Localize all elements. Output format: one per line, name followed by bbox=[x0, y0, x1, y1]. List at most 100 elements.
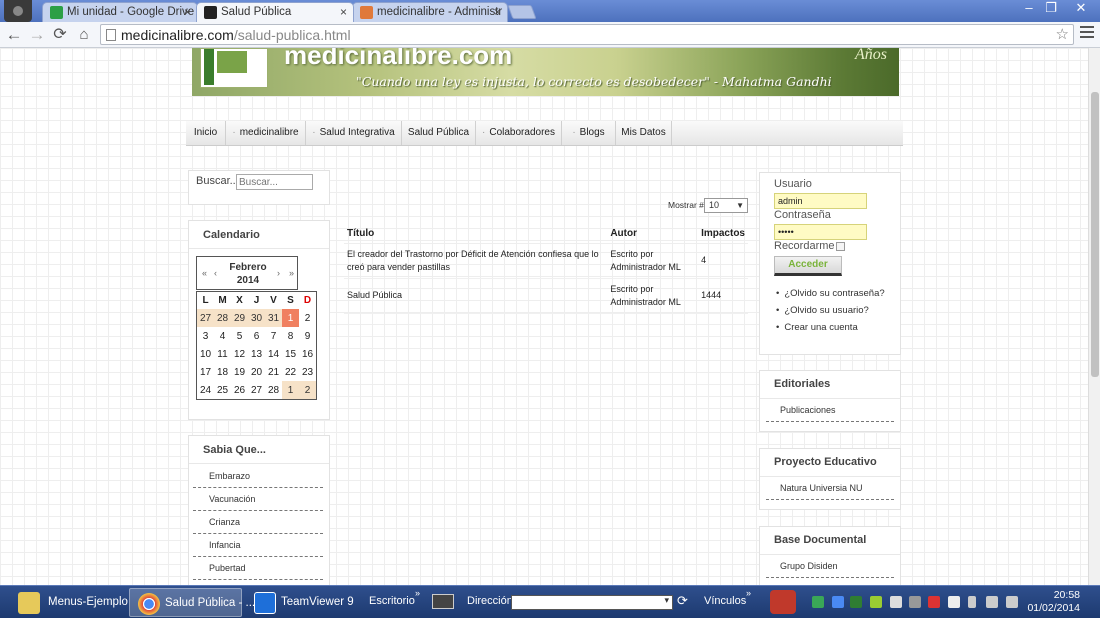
column-header-title[interactable]: Título bbox=[344, 225, 608, 244]
calendar-day[interactable]: 15 bbox=[282, 345, 299, 363]
calendar-day[interactable]: 17 bbox=[197, 363, 214, 381]
login-button[interactable]: Acceder bbox=[774, 256, 842, 276]
calendar-day[interactable]: 18 bbox=[214, 363, 231, 381]
calendar-day[interactable]: 24 bbox=[197, 381, 214, 399]
nav-item-blogs[interactable]: · Blogs bbox=[562, 121, 616, 145]
next-month-button[interactable]: › bbox=[277, 268, 280, 278]
calendar-day[interactable]: 8 bbox=[282, 327, 299, 345]
maximize-icon[interactable]: ❐ bbox=[1038, 0, 1064, 18]
next-year-button[interactable]: » bbox=[289, 268, 294, 278]
nav-item-mis-datos[interactable]: Mis Datos bbox=[616, 121, 672, 145]
network-icon[interactable] bbox=[986, 596, 998, 608]
calendar-day[interactable]: 6 bbox=[248, 327, 265, 345]
calendar-day[interactable]: 28 bbox=[265, 381, 282, 399]
tray-icon[interactable] bbox=[909, 596, 921, 608]
calendar-day[interactable]: 2 bbox=[299, 309, 316, 327]
list-item[interactable]: Crianza bbox=[193, 514, 323, 534]
nav-item-colaboradores[interactable]: · Colaboradores bbox=[476, 121, 562, 145]
taskbar-button-teamviewer[interactable]: TeamViewer 9 bbox=[248, 588, 358, 617]
volume-icon[interactable] bbox=[1006, 596, 1018, 608]
taskbar-button-chrome[interactable]: Salud Pública - ... bbox=[129, 588, 255, 617]
reload-icon[interactable]: ⟳ bbox=[50, 25, 70, 45]
calendar-day[interactable]: 19 bbox=[231, 363, 248, 381]
calendar-day[interactable]: 7 bbox=[265, 327, 282, 345]
tray-icon[interactable] bbox=[928, 596, 940, 608]
calendar-day[interactable]: 5 bbox=[231, 327, 248, 345]
remember-checkbox[interactable] bbox=[836, 242, 845, 251]
nav-item-inicio[interactable]: Inicio bbox=[186, 121, 226, 145]
display-count-select[interactable]: 10 ▼ bbox=[704, 198, 748, 213]
tray-icon[interactable] bbox=[948, 596, 960, 608]
toolbar-overflow-icon[interactable]: » bbox=[746, 588, 751, 598]
column-header-hits[interactable]: Impactos bbox=[698, 225, 748, 244]
search-input[interactable] bbox=[236, 174, 313, 190]
close-tab-icon[interactable]: × bbox=[340, 3, 347, 21]
calendar-day[interactable]: 31 bbox=[265, 309, 282, 327]
list-item[interactable]: Embarazo bbox=[193, 468, 323, 488]
calendar-day[interactable]: 3 bbox=[197, 327, 214, 345]
column-header-author[interactable]: Autor bbox=[607, 225, 699, 244]
calendar-day[interactable]: 22 bbox=[282, 363, 299, 381]
battery-icon[interactable] bbox=[968, 596, 976, 608]
calendar-day[interactable]: 26 bbox=[231, 381, 248, 399]
calendar-day[interactable]: 29 bbox=[231, 309, 248, 327]
new-tab-button[interactable] bbox=[507, 5, 537, 19]
list-item[interactable]: Infancia bbox=[193, 537, 323, 557]
calendar-day[interactable]: 2 bbox=[299, 381, 316, 399]
calendar-day[interactable]: 9 bbox=[299, 327, 316, 345]
password-field[interactable] bbox=[774, 224, 867, 240]
calendar-day[interactable]: 4 bbox=[214, 327, 231, 345]
page-scrollbar[interactable] bbox=[1088, 48, 1100, 585]
tray-icon[interactable] bbox=[812, 596, 824, 608]
tab-salud-publica[interactable]: Salud Pública × bbox=[196, 2, 354, 22]
escritorio-toolbar[interactable]: Escritorio bbox=[369, 595, 415, 607]
keyboard-icon[interactable] bbox=[432, 594, 454, 609]
dropdown-arrow-icon[interactable]: ▾ bbox=[664, 595, 669, 606]
vinculos-toolbar[interactable]: Vínculos bbox=[704, 595, 746, 607]
taskbar-button-menus[interactable]: Menus-Ejemplo bbox=[12, 588, 128, 617]
calendar-day-today[interactable]: 1 bbox=[282, 309, 299, 327]
window-close-icon[interactable]: ✕ bbox=[1066, 0, 1096, 18]
calendar-day[interactable]: 25 bbox=[214, 381, 231, 399]
address-bar[interactable]: medicinalibre.com/salud-publica.html ☆ bbox=[100, 24, 1074, 45]
tray-icon[interactable] bbox=[870, 596, 882, 608]
calendar-day[interactable]: 28 bbox=[214, 309, 231, 327]
browser-user-icon[interactable] bbox=[4, 0, 32, 22]
close-tab-icon[interactable]: × bbox=[184, 3, 191, 21]
create-account-link[interactable]: • Crear una cuenta bbox=[776, 322, 858, 333]
clock[interactable]: 20:58 01/02/2014 bbox=[1027, 589, 1080, 615]
article-title-link[interactable]: El creador del Trastorno por Déficit de … bbox=[344, 243, 608, 279]
calendar-day[interactable]: 23 bbox=[299, 363, 316, 381]
bookmark-star-icon[interactable]: ☆ bbox=[1056, 25, 1069, 44]
forgot-password-link[interactable]: • ¿Olvido su contraseña? bbox=[776, 288, 885, 299]
calendar-day[interactable]: 11 bbox=[214, 345, 231, 363]
nav-item-salud-publica[interactable]: Salud Pública bbox=[402, 121, 476, 145]
list-item[interactable]: Grupo Disiden bbox=[766, 558, 894, 578]
nav-item-salud-integrativa[interactable]: · Salud Integrativa bbox=[306, 121, 402, 145]
calendar-day[interactable]: 27 bbox=[248, 381, 265, 399]
calendar-day[interactable]: 30 bbox=[248, 309, 265, 327]
tray-icon[interactable] bbox=[850, 596, 862, 608]
home-icon[interactable]: ⌂ bbox=[74, 25, 94, 45]
calendar-day[interactable]: 20 bbox=[248, 363, 265, 381]
browser-menu-icon[interactable] bbox=[1080, 26, 1094, 40]
app-icon[interactable] bbox=[770, 590, 796, 614]
nav-item-medicinalibre[interactable]: · medicinalibre bbox=[226, 121, 306, 145]
site-logo[interactable] bbox=[200, 48, 268, 88]
calendar-day[interactable]: 16 bbox=[299, 345, 316, 363]
back-arrow-icon[interactable]: ← bbox=[4, 25, 24, 45]
calendar-day[interactable]: 21 bbox=[265, 363, 282, 381]
tray-icon[interactable] bbox=[890, 596, 902, 608]
calendar-day[interactable]: 13 bbox=[248, 345, 265, 363]
list-item[interactable]: Natura Universia NU bbox=[766, 480, 894, 500]
address-toolbar-input[interactable]: ▾ bbox=[511, 595, 673, 610]
calendar-day[interactable]: 10 bbox=[197, 345, 214, 363]
list-item[interactable]: Publicaciones bbox=[766, 402, 894, 422]
tab-google-drive[interactable]: Mi unidad - Google Drive × bbox=[42, 2, 198, 22]
list-item[interactable]: Pubertad bbox=[193, 560, 323, 580]
calendar-day[interactable]: 12 bbox=[231, 345, 248, 363]
toolbar-overflow-icon[interactable]: » bbox=[415, 588, 420, 598]
article-title-link[interactable]: Salud Pública bbox=[344, 278, 608, 314]
tray-icon[interactable] bbox=[832, 596, 844, 608]
calendar-day[interactable]: 1 bbox=[282, 381, 299, 399]
